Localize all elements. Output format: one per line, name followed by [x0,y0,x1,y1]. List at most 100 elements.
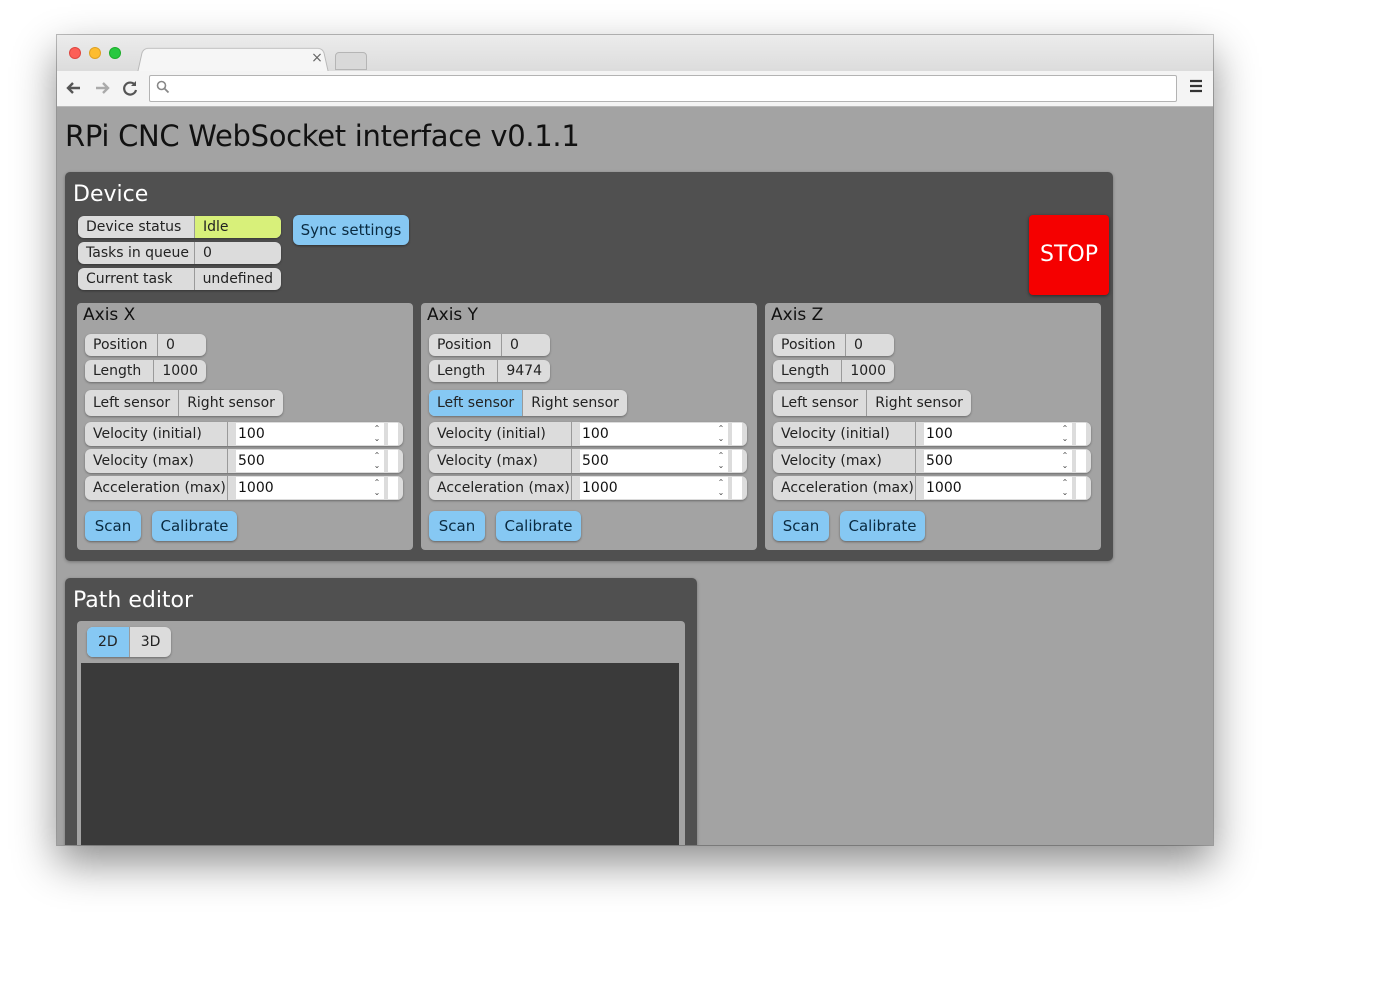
scan-button[interactable]: Scan [773,511,829,541]
tab-close-icon[interactable]: × [310,50,324,66]
axis-y-panel: Axis Y Position 0 Length 9474 Left senso… [421,303,757,550]
velocity-max-input[interactable]: 500 ⌃ ⌄ [924,450,1072,472]
velocity-max-field: Velocity (max) 500 ⌃ ⌄ [429,449,747,473]
left-sensor-toggle[interactable]: Left sensor [773,390,866,416]
velocity-max-input[interactable]: 500 ⌃ ⌄ [580,450,728,472]
stop-button[interactable]: STOP [1029,215,1109,295]
axis-z-position-row: Position 0 [773,334,894,356]
velocity-initial-label: Velocity (initial) [85,422,228,446]
axis-x-length-row: Length 1000 [85,360,206,382]
calibrate-button[interactable]: Calibrate [496,511,581,541]
tab-2d[interactable]: 2D [87,627,129,657]
title-bar: × [57,35,1213,73]
hamburger-menu-icon[interactable] [1185,77,1207,99]
velocity-max-field: Velocity (max) 500 ⌃ ⌄ [85,449,403,473]
velocity-initial-label: Velocity (initial) [429,422,572,446]
spinner-icon[interactable]: ⌃ ⌄ [1060,451,1070,471]
path-editor-canvas[interactable] [81,663,679,845]
position-label: Position [429,334,502,356]
reload-icon[interactable] [119,77,141,99]
calibrate-button[interactable]: Calibrate [152,511,237,541]
device-status-row: Device status Idle [78,216,281,238]
axis-x-position-row: Position 0 [85,334,206,356]
velocity-initial-input[interactable]: 100 ⌃ ⌄ [580,423,728,445]
acceleration-max-field: Acceleration (max) 1000 ⌃ ⌄ [85,476,403,500]
axis-z-sensors: Left sensor Right sensor [773,390,971,416]
right-sensor-toggle[interactable]: Right sensor [522,390,627,416]
axis-y-length-row: Length 9474 [429,360,550,382]
acceleration-max-input[interactable]: 1000 ⌃ ⌄ [924,477,1072,499]
right-sensor-toggle[interactable]: Right sensor [178,390,283,416]
search-icon [156,80,172,96]
browser-window: × RPi CNC WebSocket interface v0.1.1 Dev… [57,35,1213,845]
spinner-icon[interactable]: ⌃ ⌄ [1060,478,1070,498]
right-sensor-toggle[interactable]: Right sensor [866,390,971,416]
axis-y-title: Axis Y [427,305,479,325]
left-sensor-toggle[interactable]: Left sensor [429,390,523,416]
path-editor-container: 2D 3D [77,621,685,845]
tab-3d[interactable]: 3D [128,627,172,657]
length-value: 1000 [162,363,198,379]
spinner-icon[interactable]: ⌃ ⌄ [716,478,726,498]
acceleration-max-field: Acceleration (max) 1000 ⌃ ⌄ [773,476,1091,500]
page-title: RPi CNC WebSocket interface v0.1.1 [65,119,580,153]
page-content: RPi CNC WebSocket interface v0.1.1 Devic… [57,107,1213,845]
scan-button[interactable]: Scan [85,511,141,541]
axis-x-panel: Axis X Position 0 Length 1000 Left senso… [77,303,413,550]
acceleration-max-field: Acceleration (max) 1000 ⌃ ⌄ [429,476,747,500]
device-status-value: Idle [195,216,281,238]
velocity-max-label: Velocity (max) [85,449,228,473]
length-label: Length [773,360,843,382]
position-value: 0 [166,337,175,353]
velocity-initial-field: Velocity (initial) 100 ⌃ ⌄ [773,422,1091,446]
velocity-max-input[interactable]: 500 ⌃ ⌄ [236,450,384,472]
spinner-icon[interactable]: ⌃ ⌄ [372,424,382,444]
velocity-initial-input[interactable]: 100 ⌃ ⌄ [924,423,1072,445]
position-label: Position [773,334,846,356]
sync-settings-button[interactable]: Sync settings [293,215,409,245]
velocity-initial-label: Velocity (initial) [773,422,916,446]
minimize-window-button[interactable] [89,47,101,59]
browser-tab[interactable] [137,47,329,73]
position-value: 0 [854,337,863,353]
velocity-initial-field: Velocity (initial) 100 ⌃ ⌄ [85,422,403,446]
spinner-icon[interactable]: ⌃ ⌄ [1060,424,1070,444]
axis-y-sensors: Left sensor Right sensor [429,390,627,416]
address-bar[interactable] [149,75,1177,102]
velocity-initial-field: Velocity (initial) 100 ⌃ ⌄ [429,422,747,446]
spinner-icon[interactable]: ⌃ ⌄ [372,478,382,498]
calibrate-button[interactable]: Calibrate [840,511,925,541]
position-label: Position [85,334,158,356]
close-window-button[interactable] [69,47,81,59]
axis-z-panel: Axis Z Position 0 Length 1000 Left senso… [765,303,1101,550]
device-panel-title: Device [73,182,149,207]
forward-arrow-icon[interactable] [91,77,113,99]
spinner-icon[interactable]: ⌃ ⌄ [372,451,382,471]
new-tab-button[interactable] [335,52,367,70]
back-arrow-icon[interactable] [63,77,85,99]
acceleration-max-label: Acceleration (max) [773,476,916,500]
acceleration-max-input[interactable]: 1000 ⌃ ⌄ [580,477,728,499]
spinner-icon[interactable]: ⌃ ⌄ [716,451,726,471]
spinner-icon[interactable]: ⌃ ⌄ [716,424,726,444]
acceleration-max-label: Acceleration (max) [429,476,572,500]
current-task-value: undefined [202,271,273,287]
axis-x-title: Axis X [83,305,136,325]
current-task-label: Current task [78,268,195,290]
browser-toolbar [57,71,1213,107]
axis-z-title: Axis Z [771,305,824,325]
tasks-in-queue-row: Tasks in queue 0 [78,242,281,264]
axis-x-sensors: Left sensor Right sensor [85,390,283,416]
view-mode-tabs: 2D 3D [87,627,172,657]
acceleration-max-input[interactable]: 1000 ⌃ ⌄ [236,477,384,499]
left-sensor-toggle[interactable]: Left sensor [85,390,178,416]
velocity-initial-input[interactable]: 100 ⌃ ⌄ [236,423,384,445]
velocity-max-label: Velocity (max) [429,449,572,473]
velocity-max-field: Velocity (max) 500 ⌃ ⌄ [773,449,1091,473]
scan-button[interactable]: Scan [429,511,485,541]
length-value: 1000 [850,363,886,379]
zoom-window-button[interactable] [109,47,121,59]
axis-z-length-row: Length 1000 [773,360,894,382]
acceleration-max-label: Acceleration (max) [85,476,228,500]
position-value: 0 [510,337,519,353]
